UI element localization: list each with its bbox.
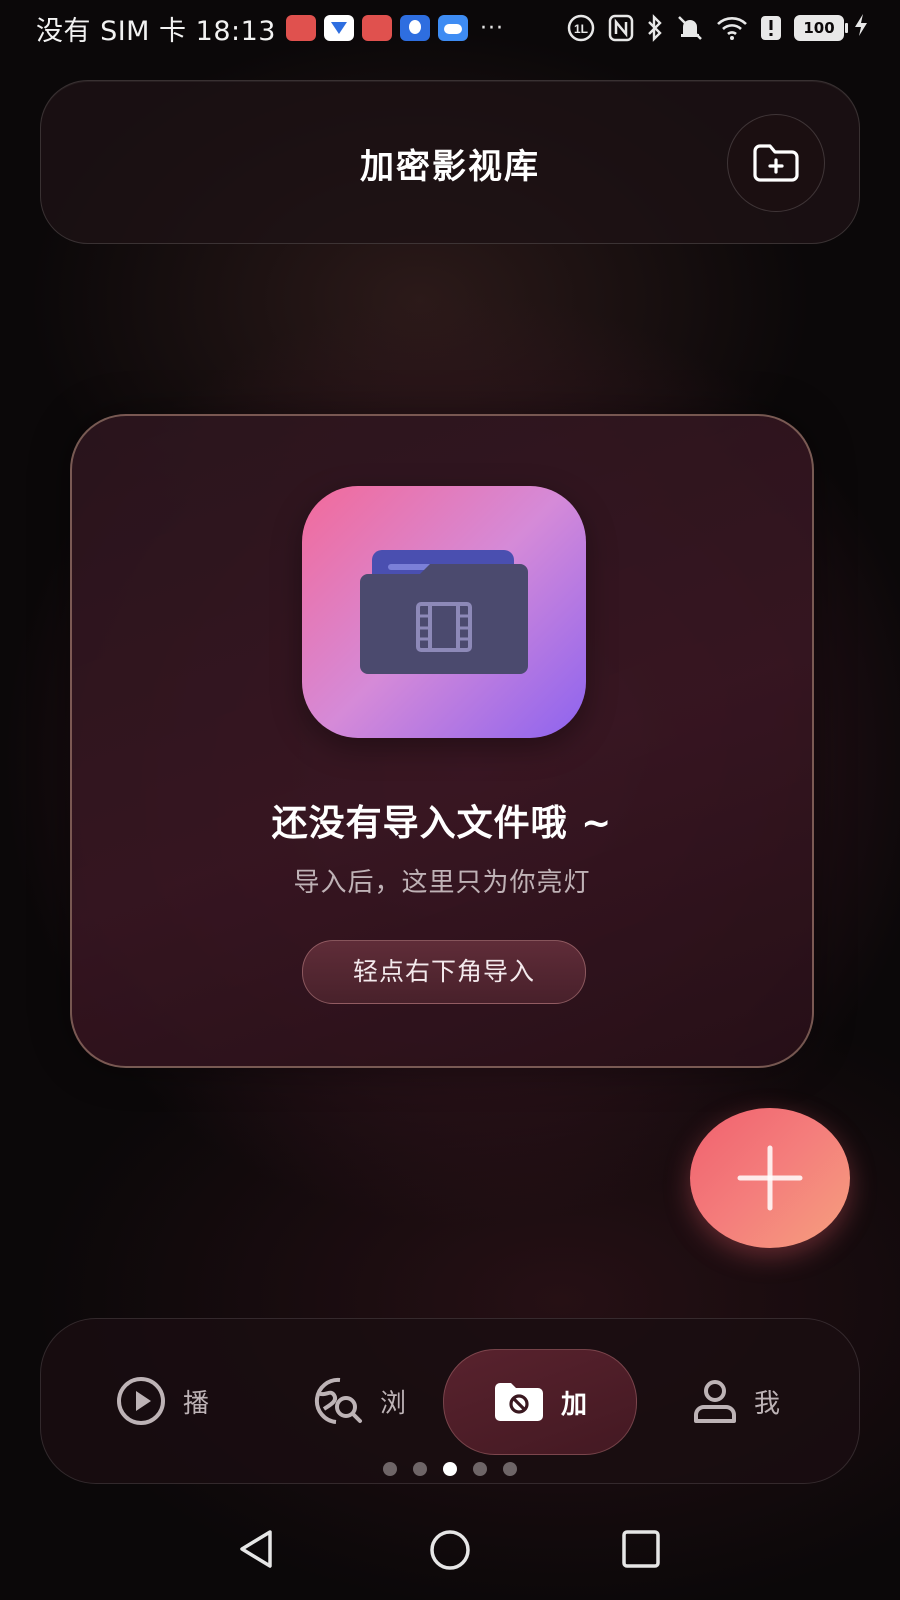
import-hint-button[interactable]: 轻点右下角导入 [302, 940, 586, 1004]
recents-square-icon [622, 1530, 660, 1568]
status-right: 1L 100 [554, 10, 868, 46]
add-fab-button[interactable] [690, 1108, 850, 1248]
status-left: 没有 SIM 卡 18:13 ··· [36, 8, 504, 48]
bluetooth-icon [646, 14, 664, 42]
carrier-label: 没有 SIM 卡 [36, 15, 187, 47]
page-dot[interactable] [413, 1462, 427, 1476]
folder-plus-icon [753, 144, 799, 182]
home-button[interactable] [428, 1528, 472, 1576]
home-circle-icon [430, 1530, 470, 1570]
nav-item-encrypt[interactable]: 加 [443, 1349, 637, 1455]
page-indicator [0, 1462, 900, 1476]
page-dot-active[interactable] [443, 1462, 457, 1476]
video-folder-icon [302, 486, 586, 738]
cloud-notification-icon [437, 15, 468, 41]
nav-label-play: 播 [182, 1388, 209, 1419]
app-notification-icon [285, 15, 316, 41]
clock-time: 18:13 [195, 15, 276, 47]
nav-label-me: 我 [753, 1388, 780, 1419]
status-bar: 没有 SIM 卡 18:13 ··· 1L 100 [0, 0, 900, 56]
nav-item-me[interactable]: 我 [661, 1349, 811, 1453]
back-triangle-icon [240, 1530, 272, 1568]
app-notification-icon [323, 15, 354, 41]
empty-state-subtitle: 导入后，这里只为你亮灯 [293, 868, 591, 898]
nav-item-browse[interactable]: 浏 [283, 1349, 433, 1453]
header-bar: 加密影视库 [40, 80, 860, 244]
alert-icon [760, 15, 782, 41]
battery-icon: 100 [794, 15, 848, 41]
charging-icon [854, 13, 868, 43]
globe-search-icon [314, 1377, 362, 1424]
nav-label-browse: 浏 [379, 1388, 406, 1419]
more-notifications-icon: ··· [479, 15, 504, 41]
recents-button[interactable] [620, 1528, 662, 1574]
hd-call-icon: 1L [566, 14, 596, 42]
page-dot[interactable] [503, 1462, 517, 1476]
mute-bell-icon [676, 14, 704, 42]
plus-icon [737, 1145, 803, 1211]
empty-state-title: 还没有导入文件哦 ~ [271, 803, 613, 844]
nfc-icon [608, 14, 634, 42]
hidden-folder-icon [494, 1383, 543, 1421]
svg-text:1L: 1L [574, 22, 588, 36]
wifi-icon [716, 15, 748, 41]
bottom-nav: 播 浏 加 我 [40, 1318, 860, 1484]
nav-item-play[interactable]: 播 [87, 1349, 237, 1453]
add-folder-button[interactable] [727, 114, 825, 212]
page-dot[interactable] [383, 1462, 397, 1476]
app-notification-icon [361, 15, 392, 41]
notification-icons: ··· [285, 15, 504, 41]
play-circle-icon [116, 1377, 165, 1425]
page-dot[interactable] [473, 1462, 487, 1476]
carrier-text: 没有 SIM 卡 18:13 [36, 9, 276, 48]
nav-label-encrypt: 加 [560, 1389, 587, 1420]
back-button[interactable] [236, 1528, 276, 1574]
empty-state-card: 还没有导入文件哦 ~ 导入后，这里只为你亮灯 轻点右下角导入 [70, 414, 814, 1068]
system-nav-bar [0, 1504, 900, 1600]
app-notification-icon [399, 15, 430, 41]
screen: 没有 SIM 卡 18:13 ··· 1L 100 加密影视库 还没有导入文件哦… [0, 0, 900, 1600]
person-icon [693, 1380, 736, 1423]
